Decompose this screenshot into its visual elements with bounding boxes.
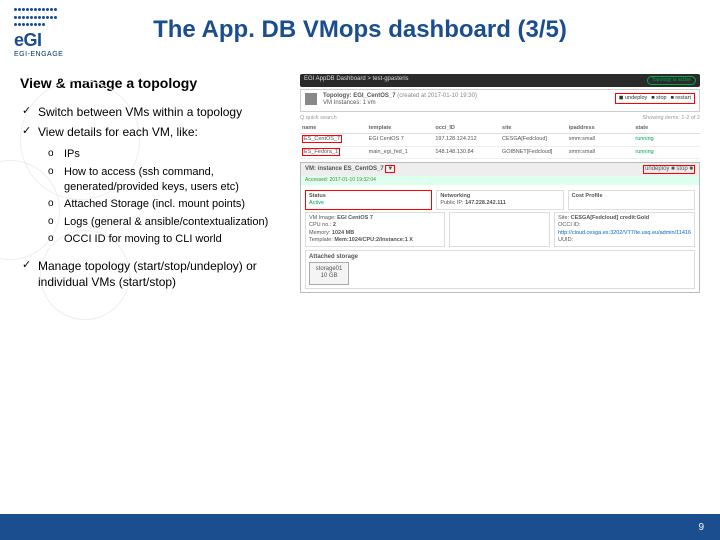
vm-instances-count: VM Instances: 1 vm	[323, 100, 609, 108]
sub-storage: Attached Storage (incl. mount points)	[48, 197, 290, 212]
egi-logo: eGI EGI-ENGAGE	[14, 8, 63, 58]
topology-actions-highlight: ◼ undeploy ■ stop ■ restart	[615, 93, 695, 104]
bullet-switch-vms: Switch between VMs within a topology	[22, 104, 290, 121]
topology-title: Topology: EGI_CentOS_7	[323, 93, 396, 99]
sub-access: How to access (ssh command, generated/pr…	[48, 165, 290, 196]
storage-title: Attached storage	[309, 254, 358, 260]
sub-ips: IPs	[48, 147, 290, 162]
vm-dropdown-highlight[interactable]: ▼	[385, 165, 395, 173]
topology-icon	[305, 93, 317, 105]
undeploy-button[interactable]: ◼ undeploy	[619, 95, 647, 102]
status-pill: Topology is active	[647, 76, 696, 85]
vm-specs: VM Image: EGI CentOS 7 CPU no.: 2 Memory…	[305, 212, 445, 247]
table-row[interactable]: ES_Fedora_1 main_egi_fed_1 148.148.130.8…	[300, 147, 700, 159]
cost-details: Site: CESGA[Fedcloud] credit:Gold OCCI I…	[554, 212, 695, 247]
showing-count: Showing items: 1-2 of 2	[643, 115, 700, 122]
logo-text: eGI	[14, 30, 63, 51]
slide-title: The App. DB VMops dashboard (3/5)	[20, 10, 700, 44]
logo-subtext: EGI-ENGAGE	[14, 51, 63, 58]
vm-table-header: name template occi_ID site ipaddress sta…	[300, 124, 700, 134]
status-section-highlight: Status Active	[305, 190, 432, 210]
cost-profile-section: Cost Profile	[568, 190, 695, 210]
quick-search[interactable]: Q quick search	[300, 115, 337, 122]
networking-section: Networking Public IP: 147.228.242.111	[436, 190, 563, 210]
dashboard-screenshot: EGI AppDB Dashboard > test-gpasteris Top…	[300, 74, 700, 295]
vm-name-highlight: ES_Fedora_1	[302, 148, 340, 156]
breadcrumb: EGI AppDB Dashboard > test-gpasteris	[304, 76, 409, 84]
vm-actions-highlight[interactable]: undeploy ■ stop ■	[643, 165, 695, 175]
disk-item: storage01 10 GB	[309, 262, 349, 286]
vm-detail-title: VM: instance ES_CentOS_7	[305, 166, 384, 172]
table-row[interactable]: ES_CentOS_7 EGI CentOS 7 197.128.124.212…	[300, 134, 700, 146]
topology-date: (created at 2017-01-10 19:30)	[397, 93, 477, 99]
bullet-view-details: View details for each VM, like:	[22, 124, 290, 141]
stop-button[interactable]: ■ stop	[651, 95, 666, 102]
sub-occi: OCCI ID for moving to CLI world	[48, 232, 290, 247]
bullet-manage: Manage topology (start/stop/undeploy) or…	[22, 258, 290, 292]
sub-logs: Logs (general & ansible/contextualizatio…	[48, 215, 290, 230]
vm-name-highlight: ES_CentOS_7	[302, 135, 342, 143]
slide-footer: 9	[0, 514, 720, 540]
page-number: 9	[698, 522, 704, 533]
restart-button[interactable]: ■ restart	[671, 95, 691, 102]
attached-storage-section: Attached storage storage01 10 GB	[305, 250, 695, 289]
vm-accessed-time: Accessed: 2017-01-10 19:32:04	[301, 176, 699, 185]
